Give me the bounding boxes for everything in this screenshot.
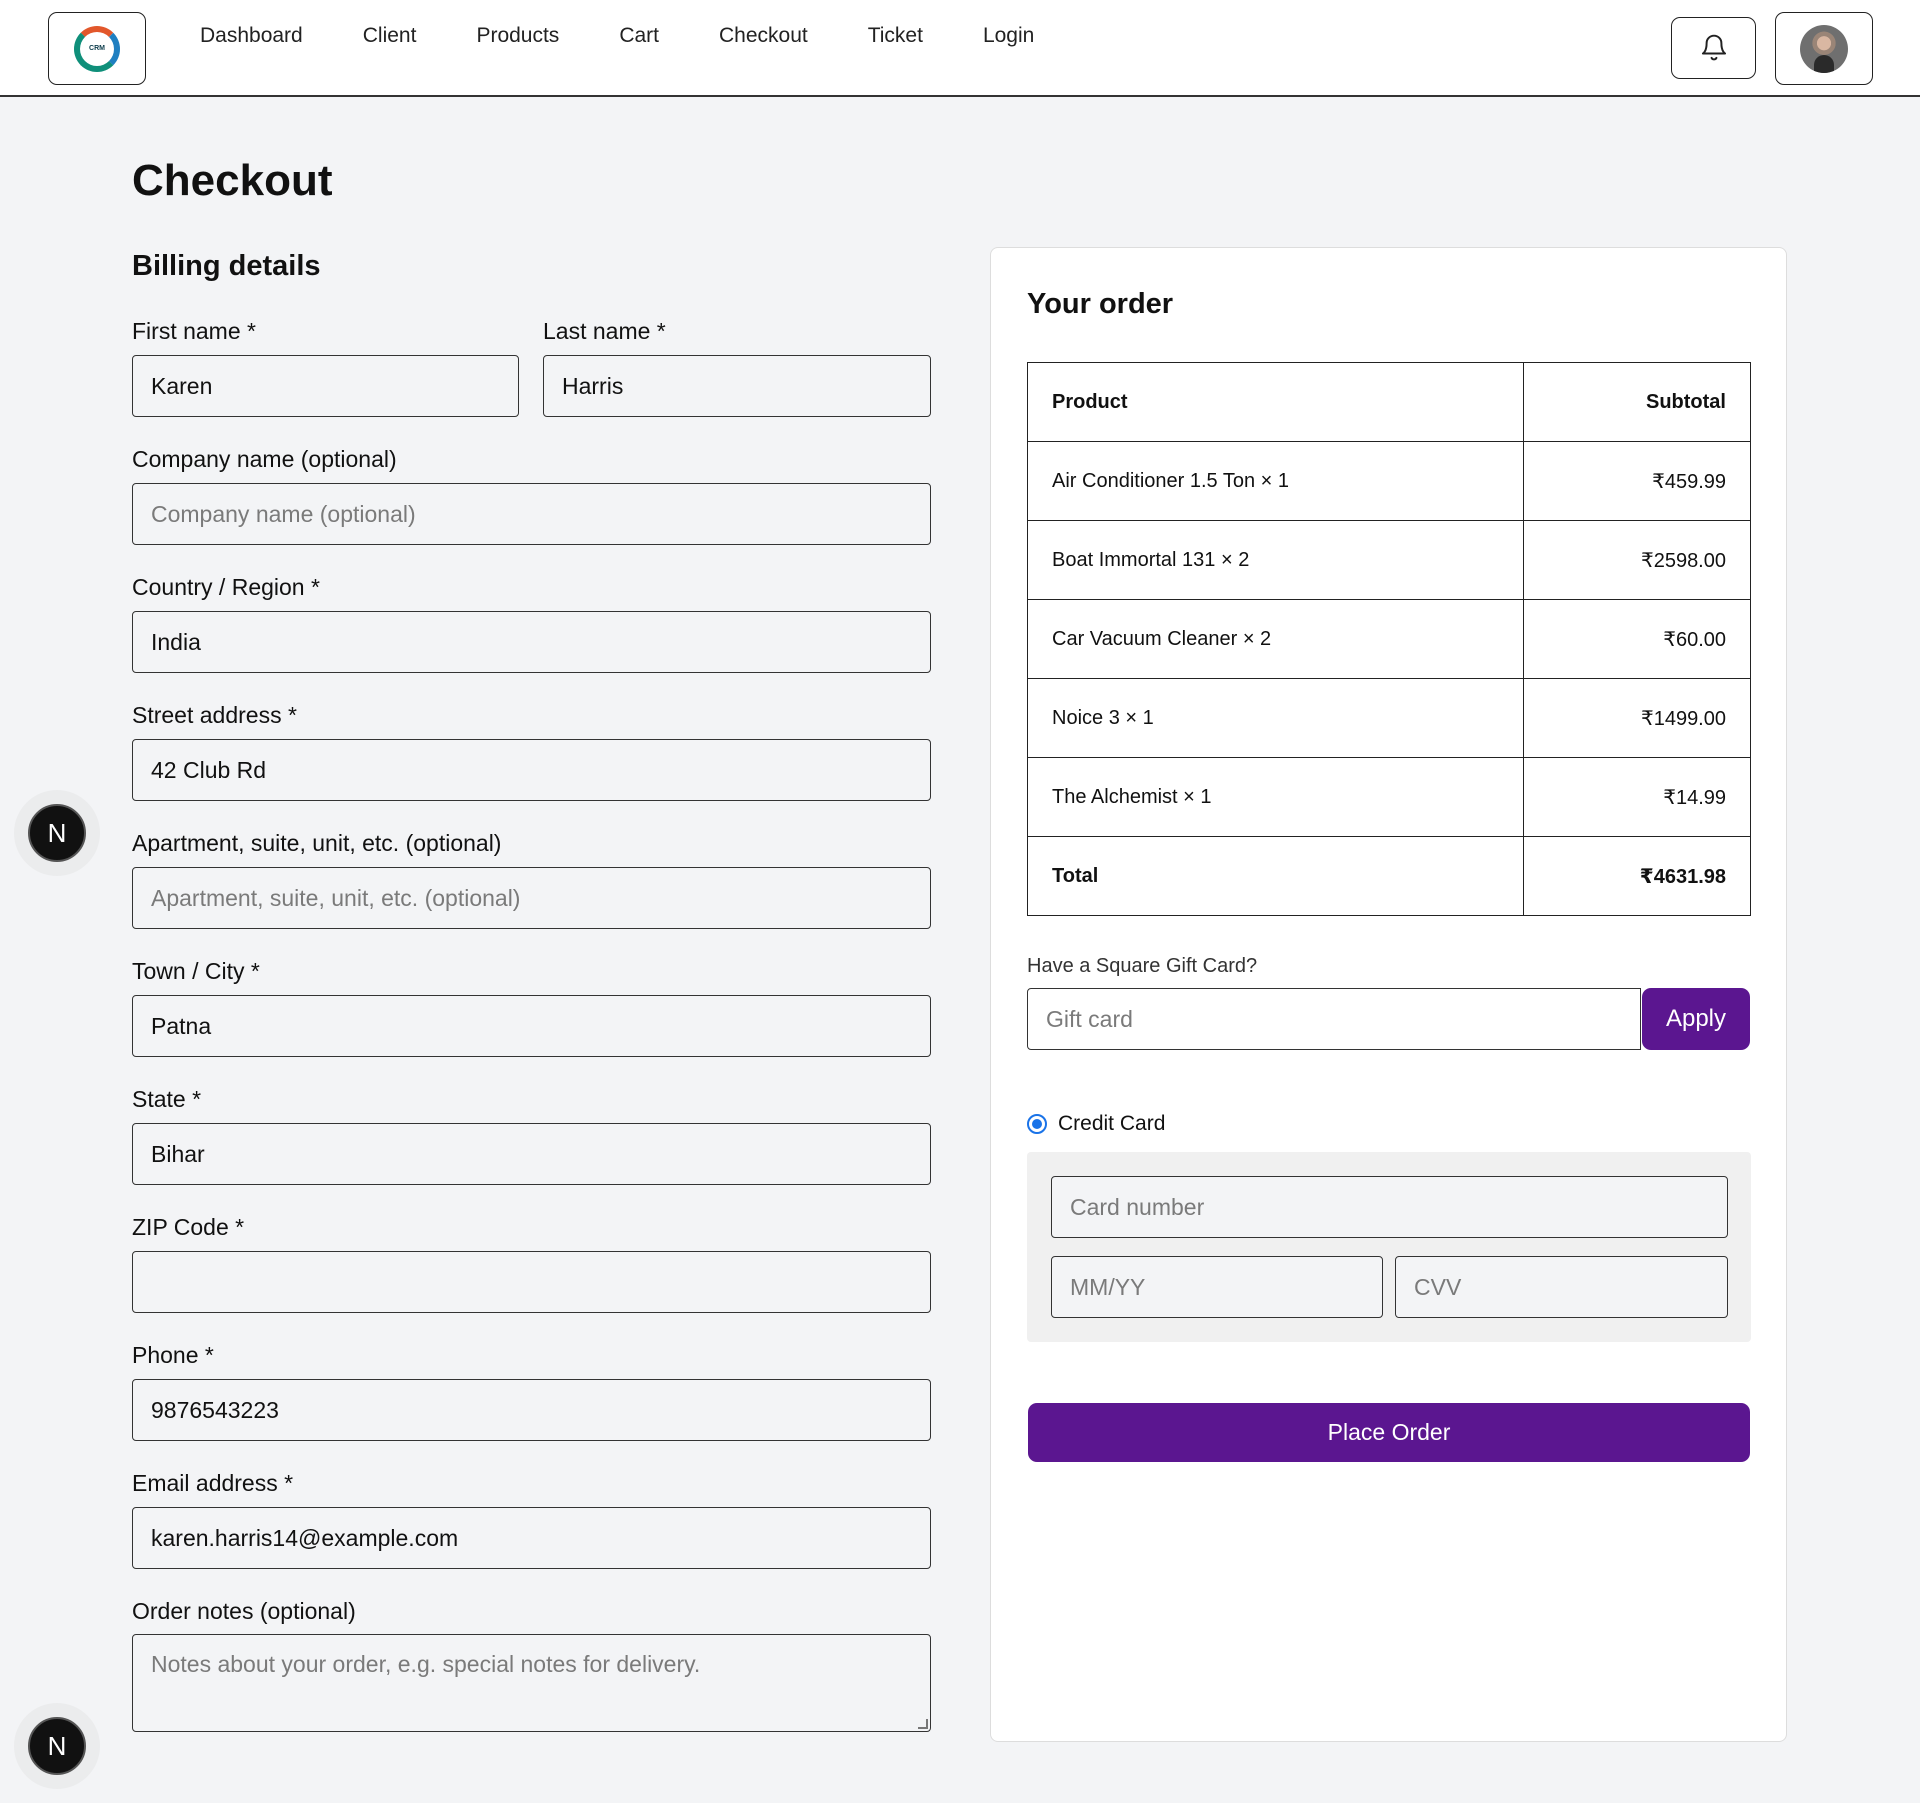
card-number-input[interactable]: Card number: [1051, 1176, 1728, 1238]
page-title: Checkout: [132, 156, 333, 205]
table-row: Car Vacuum Cleaner × 2 ₹60.00: [1027, 599, 1751, 679]
item-subtotal: ₹2598.00: [1523, 520, 1751, 600]
credit-card-label[interactable]: Credit Card: [1058, 1112, 1165, 1136]
profile-button[interactable]: [1775, 12, 1873, 85]
email-field[interactable]: karen.harris14@example.com: [132, 1507, 931, 1569]
item-subtotal: ₹14.99: [1523, 757, 1751, 837]
nav-ticket[interactable]: Ticket: [868, 24, 923, 48]
total-label: Total: [1027, 836, 1524, 916]
apartment-field[interactable]: Apartment, suite, unit, etc. (optional): [132, 867, 931, 929]
main-nav: Dashboard Client Products Cart Checkout …: [200, 24, 1094, 48]
top-navbar: CRM Dashboard Client Products Cart Check…: [0, 0, 1920, 97]
table-row: The Alchemist × 1 ₹14.99: [1027, 757, 1751, 837]
total-row: Total ₹4631.98: [1027, 836, 1751, 916]
apartment-label: Apartment, suite, unit, etc. (optional): [132, 830, 502, 856]
credit-card-radio[interactable]: [1027, 1114, 1047, 1134]
expiry-input[interactable]: MM/YY: [1051, 1256, 1383, 1318]
zip-field[interactable]: [132, 1251, 931, 1313]
nav-dashboard[interactable]: Dashboard: [200, 24, 303, 48]
first-name-label: First name *: [132, 318, 256, 344]
place-order-button[interactable]: Place Order: [1028, 1403, 1750, 1462]
item-product: Boat Immortal 131 × 2: [1027, 520, 1524, 600]
company-label: Company name (optional): [132, 446, 397, 472]
table-row: Air Conditioner 1.5 Ton × 1 ₹459.99: [1027, 441, 1751, 521]
country-field[interactable]: India: [132, 611, 931, 673]
item-subtotal: ₹60.00: [1523, 599, 1751, 679]
crm-logo-icon: CRM: [74, 25, 120, 72]
item-product: Noice 3 × 1: [1027, 678, 1524, 758]
nav-cart[interactable]: Cart: [619, 24, 659, 48]
nav-client[interactable]: Client: [363, 24, 417, 48]
street-label: Street address *: [132, 702, 297, 728]
nav-products[interactable]: Products: [476, 24, 559, 48]
notifications-button[interactable]: [1671, 17, 1756, 79]
item-product: Air Conditioner 1.5 Ton × 1: [1027, 441, 1524, 521]
item-subtotal: ₹459.99: [1523, 441, 1751, 521]
table-row: Noice 3 × 1 ₹1499.00: [1027, 678, 1751, 758]
order-notes-placeholder: Notes about your order, e.g. special not…: [151, 1651, 701, 1677]
item-product: The Alchemist × 1: [1027, 757, 1524, 837]
subtotal-header: Subtotal: [1523, 362, 1751, 442]
last-name-field[interactable]: Harris: [543, 355, 931, 417]
next-dev-badge[interactable]: N: [28, 804, 86, 862]
notes-label: Order notes (optional): [132, 1598, 356, 1624]
order-notes-field[interactable]: Notes about your order, e.g. special not…: [132, 1634, 931, 1732]
total-value: ₹4631.98: [1523, 836, 1751, 916]
apply-gift-card-button[interactable]: Apply: [1642, 988, 1750, 1050]
gift-card-input[interactable]: Gift card: [1027, 988, 1641, 1050]
last-name-label: Last name *: [543, 318, 666, 344]
city-field[interactable]: Patna: [132, 995, 931, 1057]
order-table: Product Subtotal Air Conditioner 1.5 Ton…: [1027, 362, 1751, 916]
item-subtotal: ₹1499.00: [1523, 678, 1751, 758]
company-field[interactable]: Company name (optional): [132, 483, 931, 545]
item-product: Car Vacuum Cleaner × 2: [1027, 599, 1524, 679]
next-dev-badge[interactable]: N: [28, 1717, 86, 1775]
country-label: Country / Region *: [132, 574, 320, 600]
phone-label: Phone *: [132, 1342, 214, 1368]
table-row: Boat Immortal 131 × 2 ₹2598.00: [1027, 520, 1751, 600]
bell-icon: [1701, 34, 1726, 61]
nav-login[interactable]: Login: [983, 24, 1034, 48]
state-field[interactable]: Bihar: [132, 1123, 931, 1185]
nav-checkout[interactable]: Checkout: [719, 24, 808, 48]
cvv-input[interactable]: CVV: [1395, 1256, 1728, 1318]
billing-title: Billing details: [132, 250, 321, 282]
city-label: Town / City *: [132, 958, 260, 984]
state-label: State *: [132, 1086, 202, 1112]
street-field[interactable]: 42 Club Rd: [132, 739, 931, 801]
avatar: [1800, 24, 1848, 73]
gift-card-label: Have a Square Gift Card?: [1027, 955, 1258, 977]
zip-label: ZIP Code *: [132, 1214, 245, 1240]
first-name-field[interactable]: Karen: [132, 355, 519, 417]
logo-button[interactable]: CRM: [48, 12, 146, 85]
phone-field[interactable]: 9876543223: [132, 1379, 931, 1441]
email-label: Email address *: [132, 1470, 294, 1496]
product-header: Product: [1027, 362, 1524, 442]
table-header-row: Product Subtotal: [1027, 362, 1751, 442]
resize-handle-icon[interactable]: [918, 1719, 928, 1729]
order-title: Your order: [1027, 288, 1174, 320]
